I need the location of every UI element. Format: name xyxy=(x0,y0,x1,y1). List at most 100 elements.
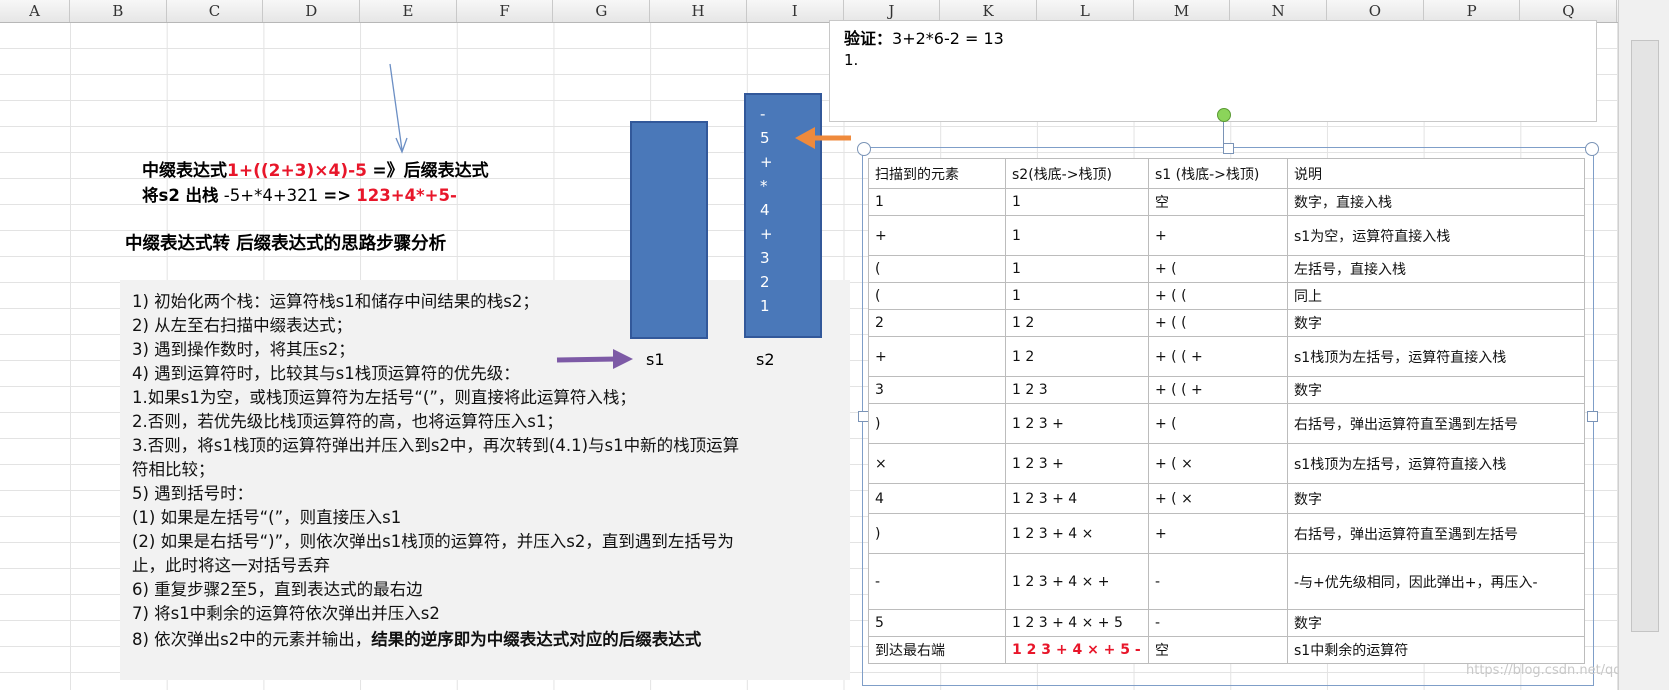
scrollbar-thumb[interactable] xyxy=(1631,40,1659,632)
column-header-n[interactable]: N xyxy=(1230,0,1328,22)
table-row[interactable]: +1 + s1为空，运算符直接入栈 xyxy=(868,215,1585,256)
step-line: 6) 重复步骤2至5，直到表达式的最右边 xyxy=(132,580,423,599)
table-cell: + ( ( + xyxy=(1148,376,1288,404)
infix-label: 中缀表达式 xyxy=(142,161,227,181)
column-header-o[interactable]: O xyxy=(1327,0,1424,22)
process-table[interactable]: 扫描到的元素 s2(栈底->栈顶) s1 (栈底->栈顶) 说明 1 1 空数字，直… xyxy=(868,158,1590,668)
column-header-f[interactable]: F xyxy=(457,0,554,22)
table-cell: + ( × xyxy=(1148,483,1288,514)
table-cell: 1 2 3 xyxy=(1005,376,1149,404)
step-line: 止，此时将这一对括号丢弃 xyxy=(132,556,330,575)
table-cell: 空 xyxy=(1148,188,1288,216)
resize-handle[interactable] xyxy=(1223,143,1234,154)
table-cell: 1 2 3 + 4 × + xyxy=(1005,553,1149,610)
verify-line: 验证：3+2*6-2 = 13 xyxy=(844,25,1004,49)
stack-s2-item: 3 xyxy=(760,249,770,267)
column-header-h[interactable]: H xyxy=(650,0,747,22)
orange-arrow xyxy=(795,127,851,149)
table-cell: - xyxy=(1148,553,1288,610)
pop-label: 将s2 出栈 xyxy=(142,186,219,205)
column-header-m[interactable]: M xyxy=(1134,0,1231,22)
table-cell: s1中剩余的运算符 xyxy=(1287,636,1585,664)
column-header-g[interactable]: G xyxy=(554,0,651,22)
column-header-k[interactable]: K xyxy=(940,0,1037,22)
table-cell-result: 1 2 3 + 4 × + 5 - xyxy=(1005,636,1149,664)
column-header-b[interactable]: B xyxy=(70,0,167,22)
rotate-handle[interactable] xyxy=(1217,108,1231,122)
step8-conclusion: 结果的逆序即为中缀表达式对应的后缀表达式 xyxy=(371,630,702,649)
header-cell: 说明 xyxy=(1287,158,1585,189)
verify-label: 验证： xyxy=(844,29,893,48)
table-cell: 1 2 3 + 4 xyxy=(1005,483,1149,514)
table-row[interactable]: 21 2 + ( (数字 xyxy=(868,309,1585,337)
column-header-p[interactable]: P xyxy=(1424,0,1521,22)
table-cell: 数字 xyxy=(1287,483,1585,514)
table-cell: 1 xyxy=(1005,215,1149,256)
table-cell: + xyxy=(868,336,1006,377)
column-header-i[interactable]: I xyxy=(747,0,844,22)
table-cell: 数字 xyxy=(1287,309,1585,337)
section-heading: 中缀表达式转 后缀表达式的思路步骤分析 xyxy=(125,234,447,254)
resize-handle[interactable] xyxy=(857,142,871,156)
step-line: 3.否则，将s1栈顶的运算符弹出并压入到s2中，再次转到(4.1)与s1中新的栈… xyxy=(132,436,740,455)
table-row[interactable]: (1 + (左括号，直接入栈 xyxy=(868,255,1585,283)
table-cell: s1为空，运算符直接入栈 xyxy=(1287,215,1585,256)
infix-expression: 1+((2+3)×4)-5 xyxy=(227,161,368,181)
column-header-c[interactable]: C xyxy=(167,0,264,22)
step-line: 1.如果s1为空，或栈顶运算符为左括号“(”，则直接将此运算符入栈； xyxy=(132,388,636,407)
step-line: 2) 从左至右扫描中缀表达式； xyxy=(132,316,353,335)
vertical-scrollbar[interactable] xyxy=(1618,0,1669,690)
table-cell: ( xyxy=(868,282,1006,310)
table-row[interactable]: 到达最右端 1 2 3 + 4 × + 5 - 空 s1中剩余的运算符 xyxy=(868,636,1585,664)
steps-textbox[interactable]: 1) 初始化两个栈：运算符栈s1和储存中间结果的栈s2； 2) 从左至右扫描中缀… xyxy=(120,280,850,680)
column-header-d[interactable]: D xyxy=(263,0,361,22)
table-cell: + ( xyxy=(1148,403,1288,444)
table-cell: + xyxy=(1148,513,1288,554)
purple-arrow xyxy=(556,349,633,369)
table-row[interactable]: × 1 2 3 + + ( × s1栈顶为左括号，运算符直接入栈 xyxy=(868,443,1585,484)
table-row[interactable]: ) 1 2 3 + 4 × + 右括号，弹出运算符直至遇到左括号 xyxy=(868,513,1585,554)
stack-s2-item: 1 xyxy=(760,297,770,315)
table-cell: 1 2 xyxy=(1005,309,1149,337)
table-row[interactable]: 41 2 3 + 4 + ( × 数字 xyxy=(868,483,1585,514)
step-line: 1) 初始化两个栈：运算符栈s1和储存中间结果的栈s2； xyxy=(132,292,539,311)
column-header-e[interactable]: E xyxy=(360,0,457,22)
table-cell: + ( ( xyxy=(1148,309,1288,337)
table-cell: 1 xyxy=(1005,282,1149,310)
stack-s2-item: - xyxy=(760,105,766,123)
infix-line: 中缀表达式1+((2+3)×4)-5 =》后缀表达式 xyxy=(142,156,489,181)
step-line: (1) 如果是左括号“(”，则直接压入s1 xyxy=(132,508,402,527)
table-cell: 1 2 xyxy=(1005,336,1149,377)
table-cell: - xyxy=(868,553,1006,610)
table-row[interactable]: 51 2 3 + 4 × + 5- 数字 xyxy=(868,609,1585,637)
stack-s2-item: + xyxy=(760,153,773,171)
table-cell: 数字 xyxy=(1287,609,1585,637)
header-cell: s1 (栈底->栈顶) xyxy=(1148,158,1288,189)
table-row[interactable]: 31 2 3 + ( ( + 数字 xyxy=(868,376,1585,404)
spreadsheet-grid[interactable]: ABCDEFGHIJKLMNOPQ 验证：3+2*6-2 = 13 1. 中缀表… xyxy=(0,0,1669,690)
table-cell: s1栈顶为左括号，运算符直接入栈 xyxy=(1287,443,1585,484)
stack-s2-label: s2 xyxy=(756,350,775,369)
resize-handle[interactable] xyxy=(1585,142,1599,156)
column-header-j[interactable]: J xyxy=(844,0,941,22)
table-row[interactable]: +1 2 + ( ( + s1栈顶为左括号，运算符直接入栈 xyxy=(868,336,1585,377)
table-cell: × xyxy=(868,443,1006,484)
column-header-q[interactable]: Q xyxy=(1521,0,1618,22)
table-cell: 3 xyxy=(868,376,1006,404)
table-cell: ) xyxy=(868,513,1006,554)
thin-arrow xyxy=(389,63,408,154)
step-line: 5) 遇到括号时： xyxy=(132,484,254,503)
verify-item: 1. xyxy=(844,51,859,69)
header-cell: 扫描到的元素 xyxy=(868,158,1006,189)
table-cell: + xyxy=(868,215,1006,256)
step-line: (2) 如果是右括号“)”，则依次弹出s1栈顶的运算符，并压入s2，直到遇到左括… xyxy=(132,532,734,551)
postfix-result: 123+4*+5- xyxy=(356,186,457,205)
table-row[interactable]: 1 1 空数字，直接入栈 xyxy=(868,188,1585,216)
note-textbox[interactable]: 验证：3+2*6-2 = 13 1. xyxy=(829,20,1597,122)
table-row[interactable]: (1 + ( (同上 xyxy=(868,282,1585,310)
header-cell: s2(栈底->栈顶) xyxy=(1005,158,1149,189)
table-row[interactable]: ) 1 2 3 + + (右括号，弹出运算符直至遇到左括号 xyxy=(868,403,1585,444)
column-header-a[interactable]: A xyxy=(0,0,70,22)
table-row[interactable]: -1 2 3 + 4 × + - -与+优先级相同，因此弹出+，再压入- xyxy=(868,553,1585,610)
column-header-l[interactable]: L xyxy=(1037,0,1134,22)
